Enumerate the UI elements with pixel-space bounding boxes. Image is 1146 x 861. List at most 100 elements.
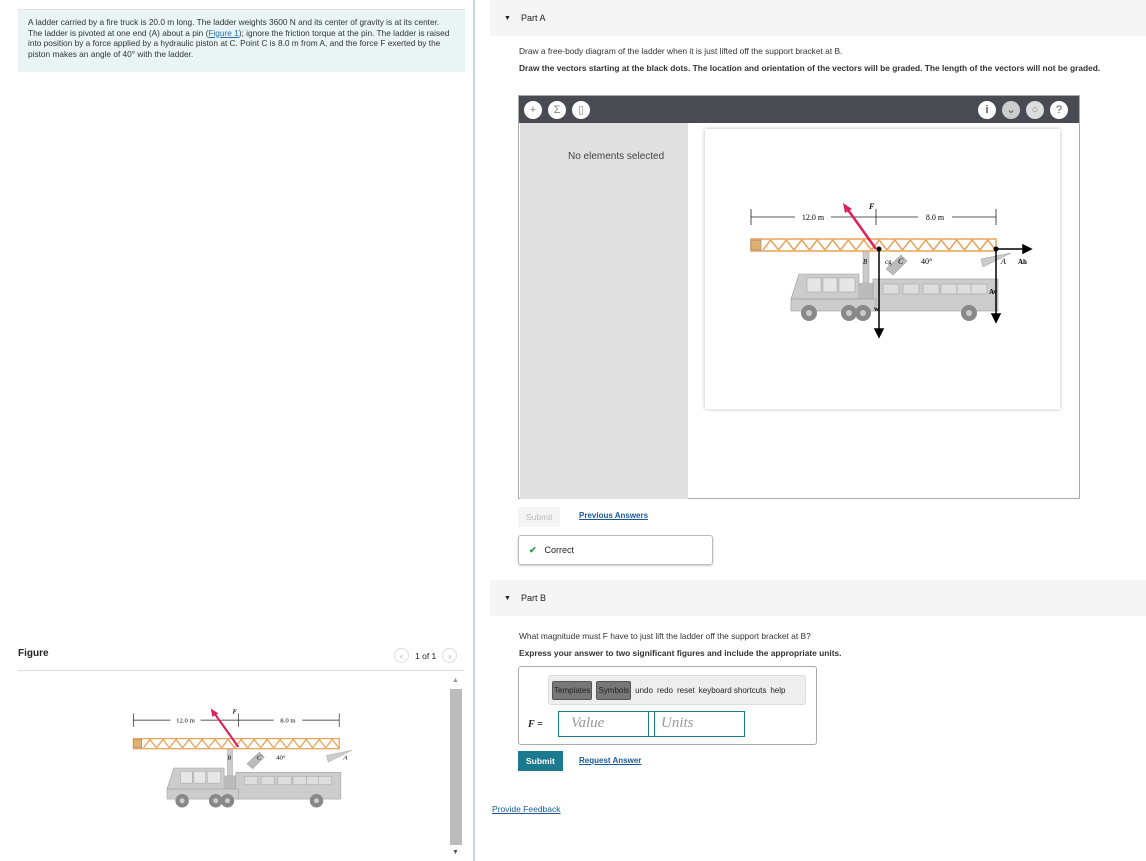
math-toolbar: Templates Symbols undo redo reset keyboa… [548,675,806,705]
diagram-part [246,751,265,770]
diagram-part [277,776,292,786]
dimension-label: 12.0 m [176,718,195,725]
fbd-diagram[interactable]: 12.0 m 8.0 m F B C 40° A cg w Ah Av [741,199,1051,371]
info-icon[interactable]: i [978,100,996,119]
problem-statement: A ladder carried by a fire truck is 20.0… [18,9,465,72]
collapse-icon: ▼ [504,594,511,602]
figure-link[interactable]: Figure 1 [208,28,238,38]
diagram-part [193,771,206,784]
diagram-part: B [863,258,868,266]
figure-pager: ‹ 1 of 1 › [394,648,458,663]
part-b-submit-button[interactable]: Submit [518,751,563,771]
diagram-part [966,310,972,316]
pager-label: 1 of 1 [415,650,437,661]
diagram-part [1022,243,1033,255]
diagram-part [882,283,900,295]
redo-button[interactable]: redo [657,686,673,695]
request-answer-link[interactable]: Request Answer [579,756,641,765]
diagram-part [750,209,997,225]
figure-image: 12.0 m 8.0 m F B C 40° A [125,705,385,850]
sum-icon[interactable]: Σ [548,100,566,119]
diagram-part [993,246,999,252]
diagram-part [876,246,882,252]
diagram-part [142,738,340,749]
fbd-tool: + Σ ▯ i ⌄ ○ ? No elements selected 12.0 … [518,95,1080,499]
diagram-part: F [233,708,238,715]
diagram-part [838,277,856,293]
fbd-toolbar: + Σ ▯ i ⌄ ○ ? [519,96,1079,123]
figure-title: Figure [18,648,49,659]
diagram-part: F [868,202,875,211]
units-input[interactable]: Units [648,711,745,737]
variable-label: F = [528,719,543,730]
panel-divider[interactable] [473,0,475,861]
diagram-part [292,776,307,786]
diagram-part [846,310,852,316]
part-b-question: What magnitude must F have to just lift … [519,631,811,641]
diagram-part [313,798,320,804]
help-button[interactable]: help [770,686,785,695]
add-vector-icon[interactable]: + [524,100,542,119]
part-a-submit-button[interactable]: Submit [518,507,561,527]
diagram-part: cg [885,258,892,266]
divider [18,670,464,671]
diagram-part: Av [989,288,998,296]
diagram-part [244,776,258,786]
diagram-part [224,775,236,791]
scroll-down-icon[interactable]: ▼ [452,849,459,856]
diagram-part [940,283,958,295]
trash-icon[interactable]: ▯ [572,100,590,119]
diagram-part [902,283,920,295]
reset-icon[interactable]: ○ [1026,100,1044,119]
answer-box: Templates Symbols undo redo reset keyboa… [518,666,817,745]
scroll-thumb[interactable] [450,689,462,845]
diagram-part [806,277,822,293]
figure-scrollbar[interactable]: ▲ ▼ [449,675,463,861]
templates-button[interactable]: Templates [552,680,593,700]
diagram-part: A [342,755,348,762]
diagram-part: Ah [1018,258,1027,266]
reset-button[interactable]: reset [677,686,695,695]
drawing-canvas[interactable]: 12.0 m 8.0 m F B C 40° A cg w Ah Av [705,129,1060,409]
dimension-label: 8.0 m [280,718,296,725]
diagram-part [970,283,988,295]
diagram-part [860,310,866,316]
diagram-part [224,798,230,804]
keyboard-shortcuts-button[interactable]: keyboard shortcuts [699,686,767,695]
undo-button[interactable]: undo [635,686,653,695]
next-figure-button[interactable]: › [442,648,458,663]
scroll-up-icon[interactable]: ▲ [452,677,459,684]
help-icon[interactable]: ? [1050,100,1068,119]
chevron-down-icon[interactable]: ⌄ [1002,100,1020,119]
prev-figure-button[interactable]: ‹ [394,648,409,663]
previous-answers-link[interactable]: Previous Answers [579,511,648,520]
dimension-label: 8.0 m [926,213,945,222]
diagram-part: A [1000,257,1006,266]
diagram-part [750,239,762,251]
collapse-icon: ▼ [504,14,511,22]
diagram-part [806,310,812,316]
diagram-part [956,283,974,295]
diagram-part [133,739,143,749]
diagram-part [306,776,321,786]
part-a-instruction: Draw a free-body diagram of the ladder w… [519,46,843,56]
value-input[interactable]: Value [558,711,655,737]
properties-panel: No elements selected [520,123,688,499]
diagram-part: B [227,756,231,762]
part-b-instruction: Express your answer to two significant f… [519,648,842,658]
part-b-header[interactable]: ▼ Part B [490,580,1146,616]
support-bracket [227,748,233,776]
diagram-part [822,277,838,293]
diagram-part [859,283,873,301]
diagram-part [990,313,1002,324]
dimension-label: 12.0 m [802,213,825,222]
provide-feedback-link[interactable]: Provide Feedback [492,804,561,814]
diagram-part [179,798,185,804]
diagram-part: C [898,257,904,266]
part-a-instruction-2: Draw the vectors starting at the black d… [519,63,1101,73]
symbols-button[interactable]: Symbols [596,680,632,700]
diagram-part [213,798,219,804]
part-a-header[interactable]: ▼ Part A [490,0,1146,36]
diagram-part [207,771,221,784]
diagram-part [922,283,940,295]
